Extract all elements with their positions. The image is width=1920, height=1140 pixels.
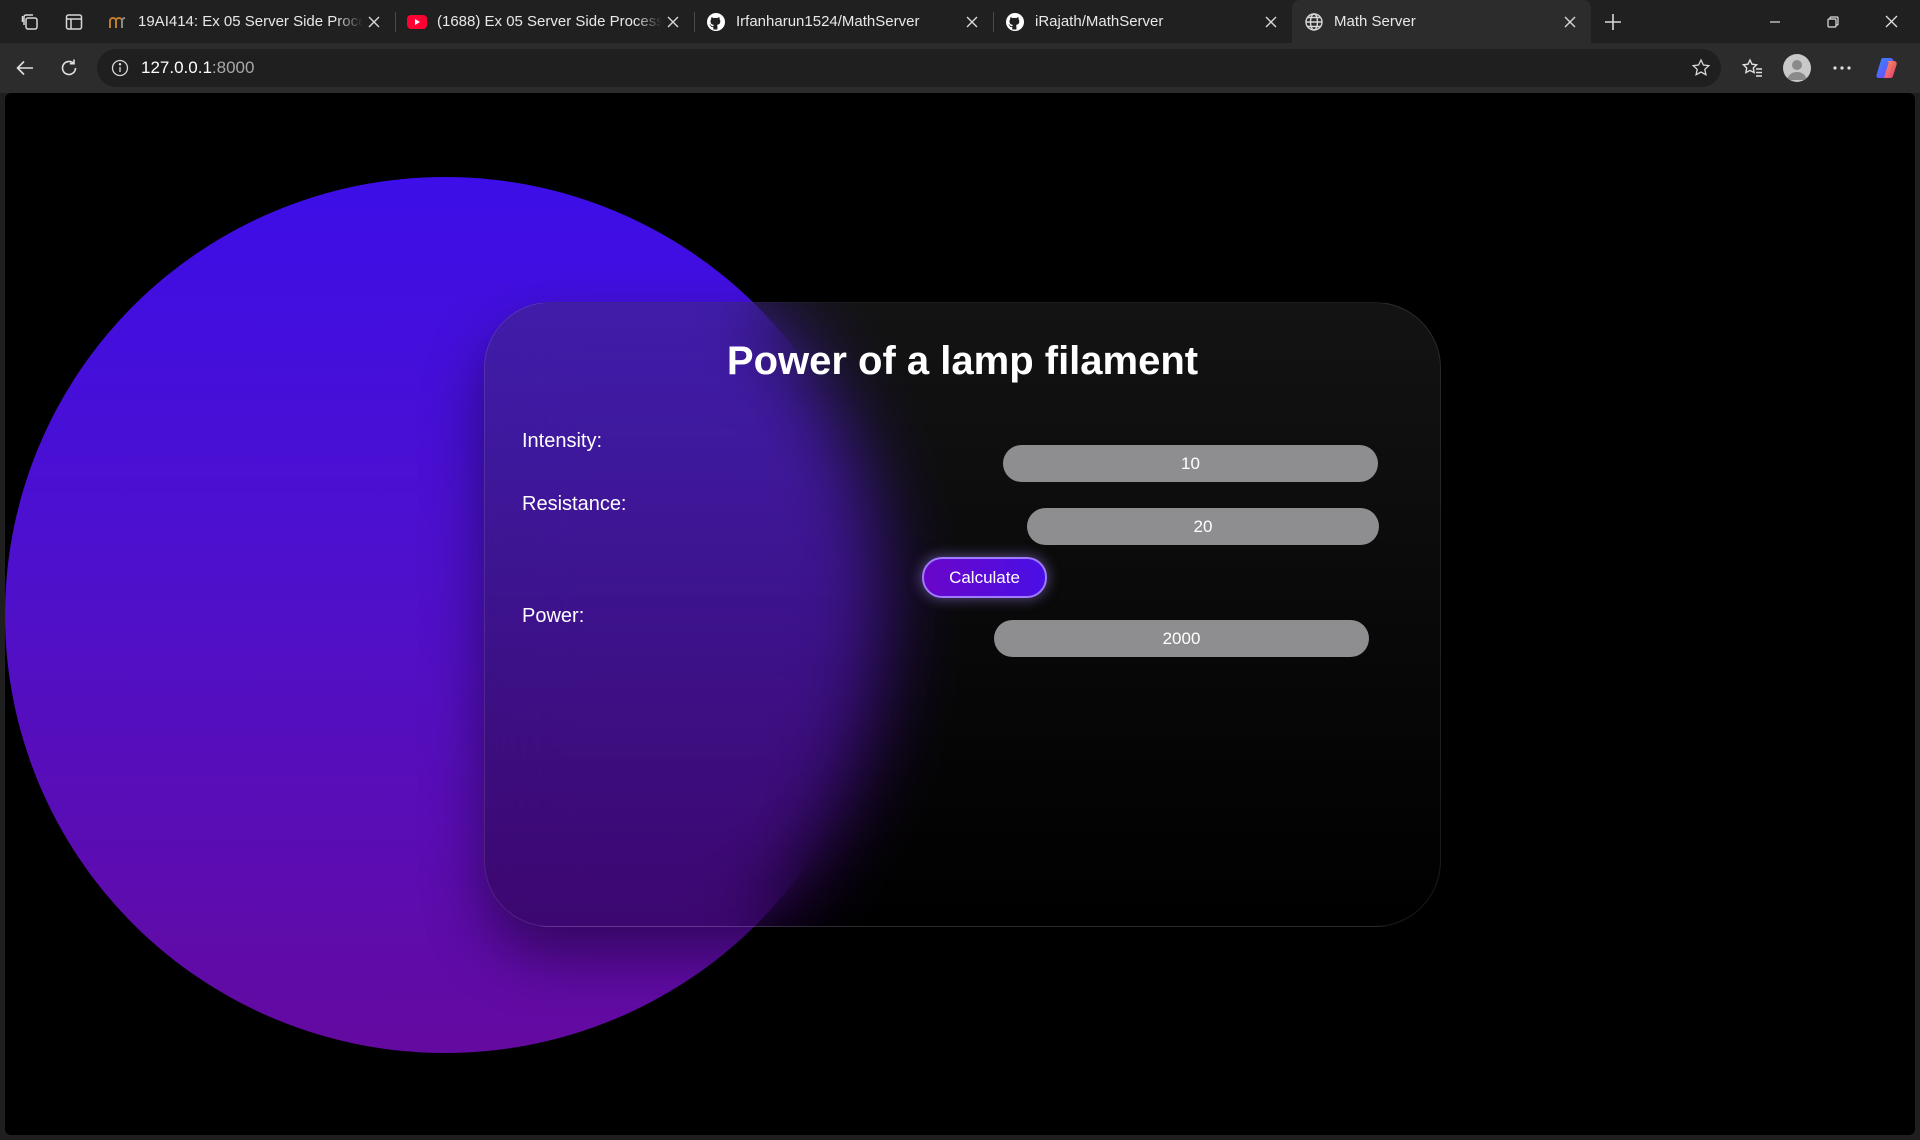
address-bar[interactable]: 127.0.0.1:8000 — [97, 49, 1721, 87]
workspaces-button[interactable] — [8, 0, 52, 43]
minimize-button[interactable] — [1746, 0, 1804, 43]
more-icon — [1832, 66, 1851, 70]
close-icon[interactable] — [1559, 11, 1581, 33]
sidebar-icon — [65, 13, 83, 30]
resistance-input[interactable] — [1027, 508, 1379, 545]
tab-moodle[interactable]: 19AI414: Ex 05 Server Side Processing — [96, 0, 395, 43]
calculate-button[interactable]: Calculate — [922, 557, 1047, 598]
profile-button[interactable] — [1774, 48, 1819, 88]
tab-math-server[interactable]: Math Server — [1292, 0, 1591, 43]
close-window-button[interactable] — [1862, 0, 1920, 43]
arrow-left-icon — [16, 60, 33, 76]
tab-title: Math Server — [1334, 13, 1416, 30]
refresh-button[interactable] — [47, 48, 91, 88]
tab-strip: 19AI414: Ex 05 Server Side Processing (1… — [0, 0, 1920, 43]
tab-github-irfanharun[interactable]: Irfanharun1524/MathServer — [694, 0, 993, 43]
youtube-icon — [407, 12, 427, 32]
close-icon[interactable] — [1260, 11, 1282, 33]
close-icon[interactable] — [363, 11, 385, 33]
avatar — [1782, 54, 1811, 82]
info-icon[interactable] — [109, 57, 131, 79]
star-icon[interactable] — [1691, 58, 1711, 78]
resistance-label: Resistance: — [522, 493, 627, 515]
page-title: Power of a lamp filament — [726, 339, 1199, 383]
minimize-icon — [1770, 20, 1780, 23]
vertical-tabs-button[interactable] — [52, 0, 96, 43]
tab-title: (1688) Ex 05 Server Side Processing — [437, 13, 662, 30]
intensity-label: Intensity: — [522, 430, 603, 452]
intensity-input[interactable] — [1003, 445, 1378, 482]
window-controls — [1746, 0, 1920, 43]
power-output[interactable] — [994, 620, 1369, 657]
moodle-icon — [108, 12, 128, 32]
power-label: Power: — [522, 605, 585, 627]
globe-icon — [1304, 12, 1324, 32]
back-button[interactable] — [3, 48, 47, 88]
favorites-button[interactable] — [1729, 48, 1774, 88]
close-icon[interactable] — [961, 11, 983, 33]
close-icon — [1885, 15, 1897, 28]
tab-title: Irfanharun1524/MathServer — [736, 13, 920, 30]
more-options-button[interactable] — [1819, 48, 1864, 88]
page-viewport: Power of a lamp filament Intensity: Resi… — [5, 93, 1915, 1135]
copilot-icon — [1875, 58, 1897, 78]
tab-title: iRajath/MathServer — [1035, 13, 1164, 30]
url-text[interactable]: 127.0.0.1:8000 — [141, 58, 254, 78]
plus-icon — [1605, 13, 1621, 30]
refresh-icon — [61, 59, 77, 76]
browser-toolbar: 127.0.0.1:8000 — [0, 43, 1920, 93]
tab-github-irajath[interactable]: iRajath/MathServer — [993, 0, 1292, 43]
copilot-button[interactable] — [1864, 48, 1909, 88]
favorites-icon — [1741, 58, 1762, 77]
github-icon — [706, 12, 726, 32]
close-icon[interactable] — [662, 11, 684, 33]
tab-youtube[interactable]: (1688) Ex 05 Server Side Processing — [395, 0, 694, 43]
calculator-card: Power of a lamp filament Intensity: Resi… — [484, 302, 1441, 927]
restore-icon — [1827, 15, 1839, 28]
github-icon — [1005, 12, 1025, 32]
workspaces-icon — [21, 13, 38, 30]
new-tab-button[interactable] — [1591, 0, 1635, 43]
restore-button[interactable] — [1804, 0, 1862, 43]
tab-title: 19AI414: Ex 05 Server Side Processing — [138, 13, 363, 30]
